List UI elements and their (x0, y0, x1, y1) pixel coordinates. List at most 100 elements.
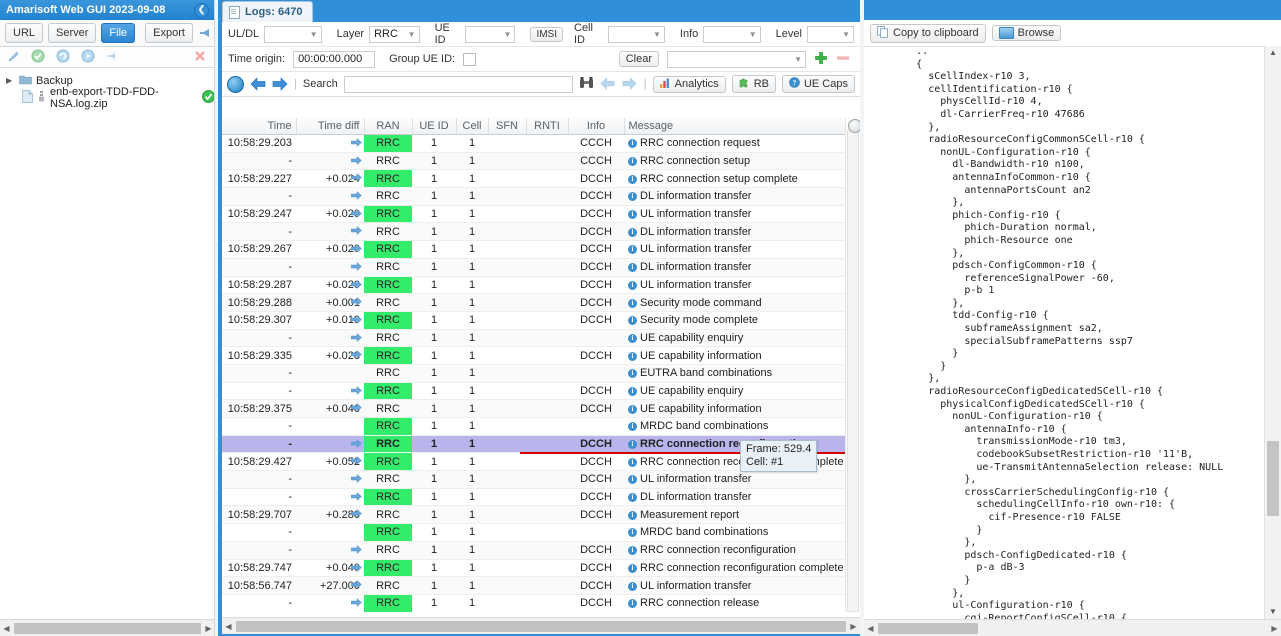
search-input[interactable] (343, 75, 573, 93)
table-hscrollbar[interactable]: ◀ ▶ (222, 617, 860, 634)
message-detail-text[interactable]: .. { sCellIndex-r10 3, cellIdentificatio… (864, 46, 1264, 619)
scroll-down-arrow-icon[interactable]: ▼ (1265, 605, 1281, 619)
preset-select[interactable]: ▼ (667, 50, 806, 68)
browse-button[interactable]: Browse (991, 25, 1062, 41)
table-row[interactable]: 10:58:29.203 RRC 1 1 CCCH i RRC connection req… (222, 134, 854, 153)
table-row[interactable]: - RRC 1 1 DCCH i RRC connection reconfiguratio… (222, 541, 854, 560)
clear-button[interactable]: Clear (618, 51, 659, 67)
cell-sfn (488, 364, 526, 383)
table-row[interactable]: - RRC 1 1 i MRDC band combinations (222, 523, 854, 542)
minus-icon[interactable] (836, 51, 850, 68)
column-header-rnti[interactable]: RNTI (526, 118, 569, 135)
cell-message: iRRC connection reconfiguration complete (624, 452, 854, 472)
source-server-button[interactable]: Server (48, 23, 97, 43)
rb-button[interactable]: RB (731, 75, 776, 93)
search-prev-icon[interactable] (600, 77, 616, 91)
detail-vscroll-thumb[interactable] (1267, 441, 1279, 516)
table-row[interactable]: - RRC 1 1 i MRDC band combinations (222, 417, 854, 436)
cell-rnti (526, 594, 568, 612)
table-row[interactable]: - RRC 1 1 DCCH i RRC connection release (222, 594, 854, 612)
cell-ran: RRC (364, 470, 412, 489)
scroll-left-arrow-icon[interactable]: ◀ (864, 624, 877, 633)
table-row[interactable]: 10:58:29.247 +0.020 RRC 1 1 DCCH i UL informati… (222, 205, 854, 224)
uldl-select[interactable]: ▼ (264, 25, 322, 43)
column-header-ran[interactable]: RAN (364, 118, 413, 135)
forward-arrow-icon[interactable] (272, 77, 288, 91)
tab-logs[interactable]: Logs: 6470 (222, 1, 314, 22)
left-panel-hscrollbar[interactable]: ◀ ▶ (0, 619, 215, 636)
search-label: Search (302, 78, 338, 90)
table-row[interactable]: - RRC 1 1 DCCH i DL information transfer (222, 258, 854, 277)
source-file-button[interactable]: File (101, 23, 136, 43)
cellid-select[interactable]: ▼ (607, 25, 665, 43)
table-row[interactable]: - RRC 1 1 DCCH i DL information transfer (222, 187, 854, 206)
detail-hscrollbar[interactable]: ◀ ▶ (864, 619, 1281, 636)
refresh-icon[interactable] (56, 49, 72, 65)
plus-icon[interactable] (814, 51, 828, 68)
layer-select[interactable]: RRC ▼ (369, 25, 420, 43)
time-origin-input[interactable]: 00:00:00.000 (293, 50, 376, 68)
table-row[interactable]: - RRC 1 1 DCCH i UL information transfer (222, 470, 854, 489)
scroll-thumb[interactable] (236, 620, 846, 632)
pin-small-icon[interactable] (106, 49, 122, 65)
table-row[interactable]: - RRC 1 1 DCCH i UE capability enquiry (222, 382, 854, 401)
scroll-right-arrow-icon[interactable]: ▶ (847, 622, 860, 631)
chevron-right-icon[interactable]: ▶ (6, 76, 15, 85)
cell-cell: 1 (456, 435, 488, 454)
check-circle-icon[interactable] (31, 49, 47, 65)
ue-caps-button[interactable]: ? UE Caps (781, 75, 855, 93)
clock-icon[interactable] (227, 75, 244, 93)
log-table-container[interactable]: Time Time diff RAN UE ID Cell SFN RNTI Info Mess… (222, 118, 860, 612)
column-header-time-diff[interactable]: Time diff (296, 118, 365, 135)
scroll-left-arrow-icon[interactable]: ◀ (0, 624, 13, 633)
column-header-info[interactable]: Info (568, 118, 625, 135)
export-button[interactable]: Export (145, 23, 193, 43)
table-row[interactable]: - RRC 1 1 DCCH i DL information transfer (222, 222, 854, 242)
vscroll-track[interactable] (847, 119, 862, 612)
table-row[interactable]: - RRC 1 1 CCCH i RRC connection setup (222, 152, 854, 171)
source-url-button[interactable]: URL (5, 23, 44, 43)
cell-time: - (222, 187, 296, 206)
scroll-up-arrow-icon[interactable]: ▲ (1265, 46, 1281, 60)
table-row[interactable]: 10:58:29.307 +0.019 RRC 1 1 DCCH i Security mod… (222, 311, 854, 330)
scroll-right-arrow-icon[interactable]: ▶ (1268, 624, 1281, 633)
column-header-cell[interactable]: Cell (456, 118, 489, 135)
table-row[interactable]: 10:58:29.375 +0.040 RRC 1 1 DCCH i UE capabilit… (222, 399, 854, 418)
wrench-icon[interactable] (6, 49, 22, 65)
copy-to-clipboard-button[interactable]: Copy to clipboard (870, 23, 986, 43)
back-arrow-icon[interactable] (250, 77, 266, 91)
play-icon[interactable] (81, 49, 97, 65)
analytics-button[interactable]: Analytics (652, 75, 726, 93)
imsi-button[interactable]: IMSI (530, 26, 563, 42)
table-row[interactable]: 10:58:29.267 +0.020 RRC 1 1 DCCH i UL informati… (222, 240, 854, 259)
table-row[interactable]: 10:58:29.335 +0.028 RRC 1 1 DCCH i UE capabilit… (222, 346, 854, 365)
table-row[interactable]: 10:58:29.707 +0.280 RRC 1 1 DCCH i Measurement … (222, 505, 854, 525)
level-select[interactable]: ▼ (806, 25, 854, 43)
search-next-icon[interactable] (622, 77, 638, 91)
close-x-icon[interactable] (193, 49, 209, 65)
binoculars-icon[interactable] (579, 76, 594, 93)
column-header-message[interactable]: Message (624, 118, 855, 135)
detail-vscrollbar[interactable]: ▲ ▼ (1264, 46, 1281, 619)
pin-icon[interactable] (198, 25, 214, 41)
column-header-ue-id[interactable]: UE ID (412, 118, 457, 135)
chevron-left-icon[interactable]: ❮ (194, 2, 209, 18)
table-row[interactable]: - RRC 1 1 DCCH i DL information transfer (222, 488, 854, 507)
table-row[interactable]: 10:58:29.287 +0.020 RRC 1 1 DCCH i UL informati… (222, 276, 854, 295)
scroll-left-arrow-icon[interactable]: ◀ (222, 622, 235, 631)
table-vscrollbar[interactable] (845, 118, 862, 612)
column-header-sfn[interactable]: SFN (488, 118, 527, 135)
column-header-time[interactable]: Time (222, 118, 297, 135)
group-ue-checkbox[interactable] (463, 52, 477, 66)
scroll-thumb[interactable] (14, 622, 201, 634)
table-row[interactable]: 10:58:29.227 +0.024 RRC 1 1 DCCH i RRC connecti… (222, 169, 854, 189)
scroll-thumb[interactable] (878, 622, 978, 634)
info-select[interactable]: ▼ (703, 25, 761, 43)
table-row[interactable]: 10:58:29.747 +0.040 RRC 1 1 DCCH i RRC connecti… (222, 559, 854, 578)
table-row[interactable]: - RRC 1 1 i EUTRA band combinations (222, 364, 854, 383)
table-row[interactable]: 10:58:29.288 +0.001 RRC 1 1 DCCH i Security mod… (222, 293, 854, 312)
tree-item-logfile[interactable]: enb-export-TDD-FDD-NSA.log.zip (0, 86, 215, 110)
table-row[interactable]: - RRC 1 1 i UE capability enquiry (222, 329, 854, 348)
ueid-select[interactable]: ▼ (464, 25, 516, 43)
table-row[interactable]: 10:58:56.747 +27.000 RRC 1 1 DCCH i UL informat… (222, 576, 854, 595)
